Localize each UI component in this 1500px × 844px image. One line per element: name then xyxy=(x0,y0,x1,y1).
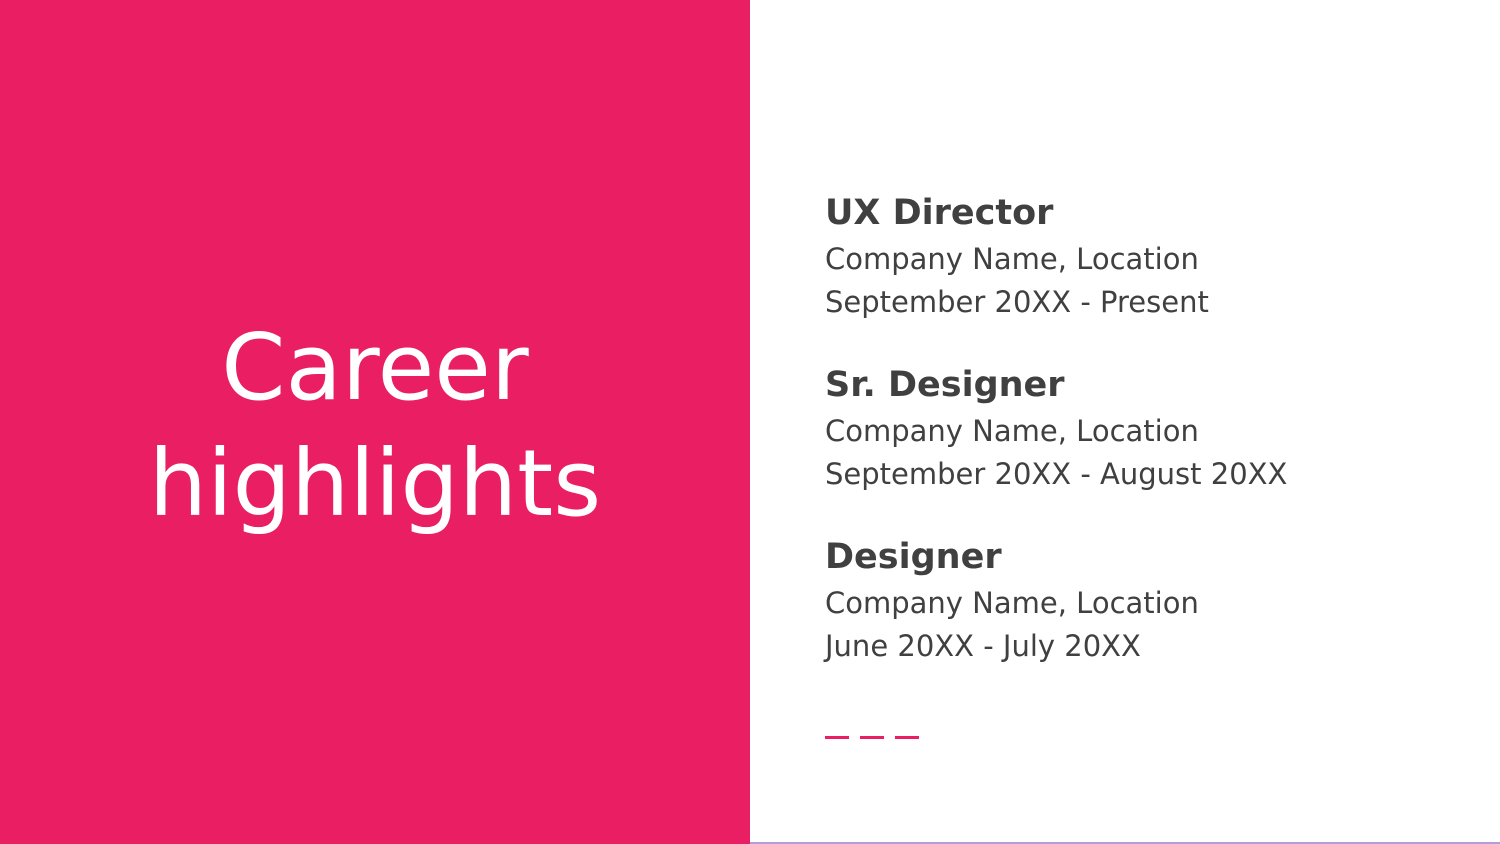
role-title: Sr. Designer xyxy=(825,365,1065,405)
accent-dashes xyxy=(825,736,921,740)
role-company: Company Name, Location xyxy=(825,586,1199,620)
career-list: UX Director Company Name, Location Septe… xyxy=(825,188,1465,704)
slide-title: Career highlights xyxy=(0,310,750,542)
role-entry: Sr. Designer Company Name, Location Sept… xyxy=(825,360,1465,496)
slide-title-line-2: highlights xyxy=(148,430,602,537)
role-company: Company Name, Location xyxy=(825,414,1199,448)
role-entry: Designer Company Name, Location June 20X… xyxy=(825,532,1465,668)
role-title: Designer xyxy=(825,537,1002,577)
role-dates: September 20XX - August 20XX xyxy=(825,457,1288,491)
role-company: Company Name, Location xyxy=(825,242,1199,276)
accent-dash xyxy=(895,736,919,739)
role-title: UX Director xyxy=(825,193,1054,233)
accent-dash xyxy=(860,736,884,739)
title-panel: Career highlights xyxy=(0,0,750,844)
accent-dash xyxy=(825,736,849,739)
role-dates: September 20XX - Present xyxy=(825,285,1209,319)
role-entry: UX Director Company Name, Location Septe… xyxy=(825,188,1465,324)
slide-title-line-1: Career xyxy=(221,314,529,421)
slide: Career highlights UX Director Company Na… xyxy=(0,0,1500,844)
role-dates: June 20XX - July 20XX xyxy=(825,629,1141,663)
